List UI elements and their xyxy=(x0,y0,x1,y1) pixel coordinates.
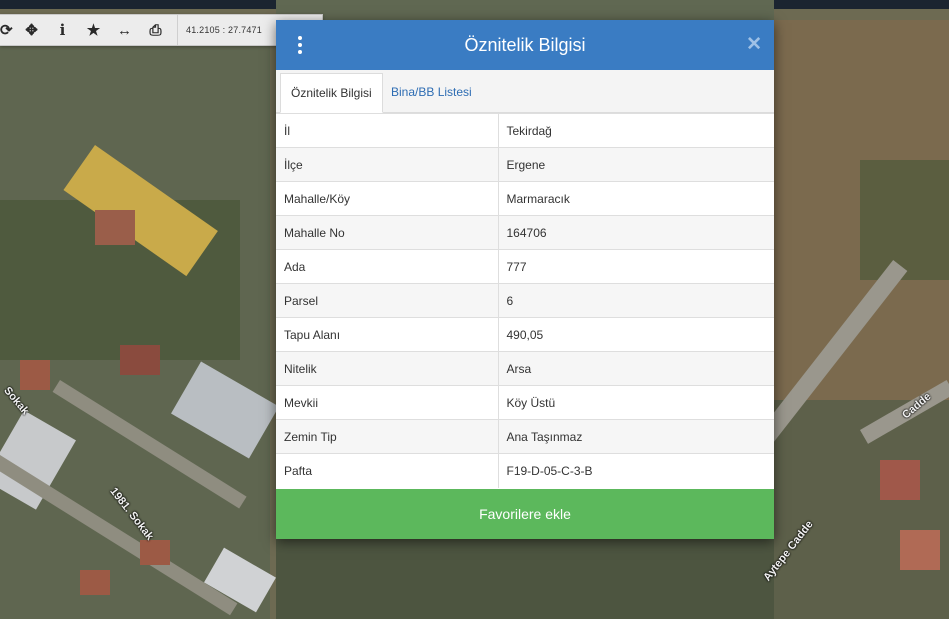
row-value: Marmaracık xyxy=(498,181,774,216)
table-row: Mahalle/Köy Marmaracık xyxy=(276,181,774,216)
row-key: Pafta xyxy=(276,453,499,488)
coordinate-readout: 41.2105 : 27.7471 xyxy=(177,15,262,45)
row-key: Parsel xyxy=(276,283,499,318)
menu-kebab-icon[interactable] xyxy=(290,35,310,55)
print-icon[interactable]: ⎙ xyxy=(140,15,171,45)
map-toolbar: ⟳ ✥ i ★ ↔ ⎙ 41.2105 : 27.7471 xyxy=(0,14,323,46)
row-key: İlçe xyxy=(276,147,499,182)
table-row: Zemin Tip Ana Taşınmaz xyxy=(276,419,774,454)
info-icon[interactable]: i xyxy=(47,15,78,45)
modal-tabs: Öznitelik Bilgisi Bina/BB Listesi xyxy=(276,70,774,113)
close-icon[interactable]: ✕ xyxy=(746,33,762,56)
row-value: Ergene xyxy=(498,147,774,182)
table-row: İlçe Ergene xyxy=(276,147,774,182)
row-value: F19-D-05-C-3-B xyxy=(498,453,774,488)
table-row: Pafta F19-D-05-C-3-B xyxy=(276,453,774,488)
row-value: 490,05 xyxy=(498,317,774,352)
attribute-table: İl Tekirdağ İlçe Ergene Mahalle/Köy Marmara… xyxy=(276,113,774,488)
row-value: Tekirdağ xyxy=(498,113,774,148)
row-key: Mahalle No xyxy=(276,215,499,250)
row-value: 6 xyxy=(498,283,774,318)
table-row: Ada 777 xyxy=(276,249,774,284)
table-row: Parsel 6 xyxy=(276,283,774,318)
refresh-icon[interactable]: ⟳ xyxy=(0,15,16,45)
row-value: Köy Üstü xyxy=(498,385,774,420)
row-value: 777 xyxy=(498,249,774,284)
row-value: Ana Taşınmaz xyxy=(498,419,774,454)
add-to-favorites-button[interactable]: Favorilere ekle xyxy=(276,489,774,539)
row-key: Ada xyxy=(276,249,499,284)
modal-title: Öznitelik Bilgisi xyxy=(464,34,586,55)
table-row: Tapu Alanı 490,05 xyxy=(276,317,774,352)
star-icon[interactable]: ★ xyxy=(78,15,109,45)
table-row: Nitelik Arsa xyxy=(276,351,774,386)
table-row: İl Tekirdağ xyxy=(276,113,774,148)
row-key: Tapu Alanı xyxy=(276,317,499,352)
row-key: Zemin Tip xyxy=(276,419,499,454)
tab-bina-bb-listesi[interactable]: Bina/BB Listesi xyxy=(381,73,482,111)
row-value: Arsa xyxy=(498,351,774,386)
table-row: Mahalle No 164706 xyxy=(276,215,774,250)
move-icon[interactable]: ✥ xyxy=(16,15,47,45)
tab-oznitelik-bilgisi[interactable]: Öznitelik Bilgisi xyxy=(280,73,383,113)
table-row: Mevkii Köy Üstü xyxy=(276,385,774,420)
attribute-info-modal: Öznitelik Bilgisi ✕ Öznitelik Bilgisi Bi… xyxy=(276,20,774,539)
row-value: 164706 xyxy=(498,215,774,250)
row-key: Mevkii xyxy=(276,385,499,420)
modal-header: Öznitelik Bilgisi ✕ xyxy=(276,20,774,70)
row-key: Nitelik xyxy=(276,351,499,386)
row-key: İl xyxy=(276,113,499,148)
measure-icon[interactable]: ↔ xyxy=(109,15,140,45)
row-key: Mahalle/Köy xyxy=(276,181,499,216)
